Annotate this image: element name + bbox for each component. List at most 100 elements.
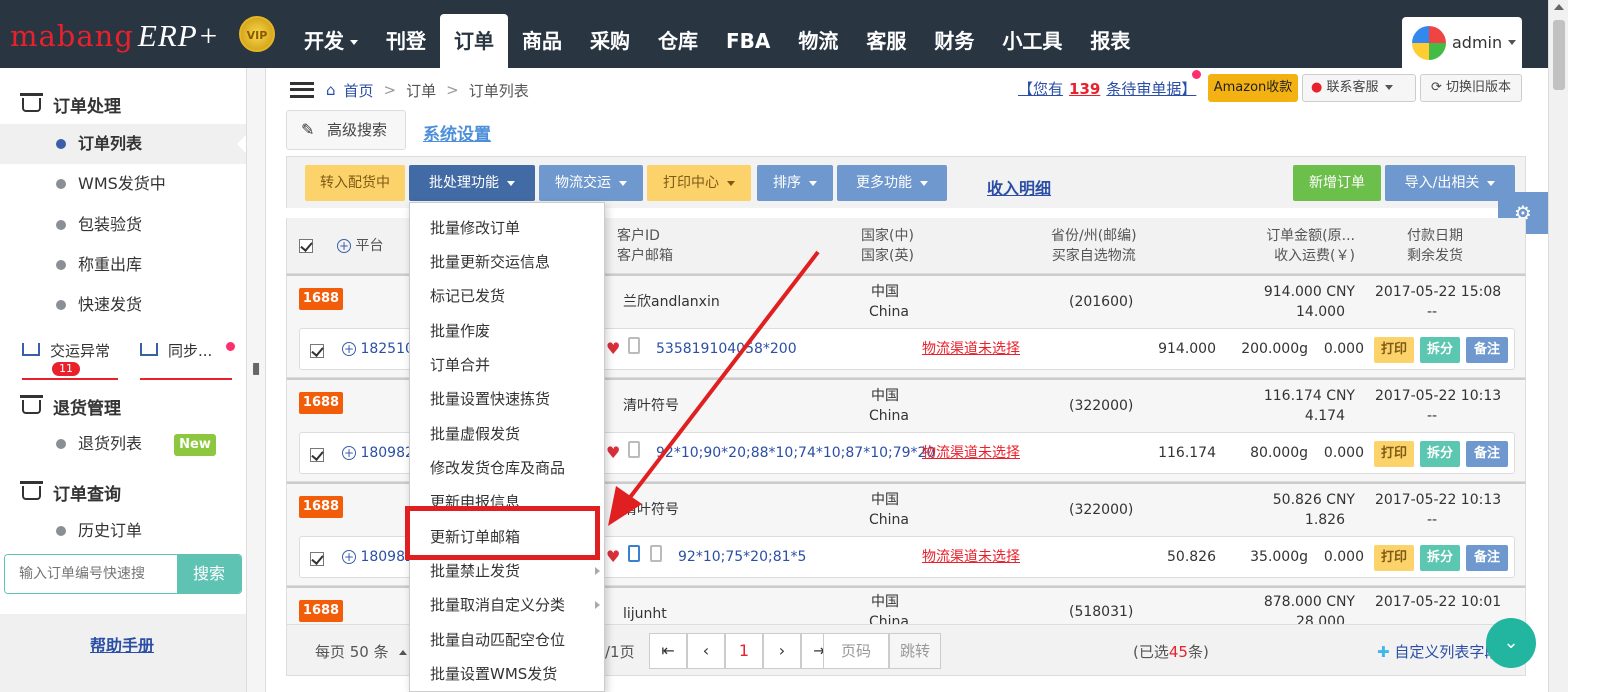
row-checkbox[interactable] bbox=[310, 448, 324, 462]
menu-item-merge-orders[interactable]: 订单合并 bbox=[410, 348, 604, 382]
nav-orders[interactable]: 订单 bbox=[440, 14, 508, 68]
nav-listing[interactable]: 刊登 bbox=[372, 14, 440, 68]
tab-sync[interactable]: 同步... bbox=[140, 340, 235, 380]
switch-old-version-button[interactable]: ⟳ 切换旧版本 bbox=[1420, 74, 1522, 102]
sidebar-item-pack-check[interactable]: 包装验货 bbox=[0, 205, 246, 245]
breadcrumb-home[interactable]: 首页 bbox=[344, 80, 374, 101]
notification-dot bbox=[1192, 70, 1201, 79]
expand-all-icon[interactable]: + bbox=[337, 239, 351, 253]
app-logo[interactable]: mabang ERP+ bbox=[10, 18, 220, 54]
split-button[interactable]: 拆分 bbox=[1420, 441, 1460, 467]
logistics-ship-button[interactable]: 物流交运 bbox=[539, 165, 643, 201]
sku-link[interactable]: 92*10;90*20;88*10;74*10;87*10;79*20 bbox=[656, 443, 935, 463]
new-order-button[interactable]: 新增订单 bbox=[1293, 165, 1381, 201]
print-button[interactable]: 打印 bbox=[1374, 441, 1414, 467]
extra-value: 0.000 bbox=[1323, 341, 1364, 357]
print-center-button[interactable]: 打印中心 bbox=[647, 165, 751, 201]
menu-item-mark-shipped[interactable]: 标记已发货 bbox=[410, 279, 604, 313]
page-number-input[interactable]: 页码 bbox=[823, 633, 889, 669]
expand-icon[interactable]: + bbox=[342, 446, 356, 460]
advanced-search-button[interactable]: 高级搜索 bbox=[286, 110, 406, 150]
breadcrumb-orders[interactable]: 订单 bbox=[406, 80, 436, 101]
nav-reports[interactable]: 报表 bbox=[1076, 14, 1144, 68]
batch-functions-button[interactable]: 批处理功能 bbox=[409, 165, 535, 201]
menu-item-auto-match-slot[interactable]: 批量自动匹配空仓位 bbox=[410, 623, 604, 657]
system-settings-link[interactable]: 系统设置 bbox=[423, 120, 491, 145]
expand-icon[interactable]: + bbox=[342, 342, 356, 356]
vertical-scrollbar[interactable] bbox=[1548, 0, 1568, 692]
print-button[interactable]: 打印 bbox=[1374, 337, 1414, 363]
sidebar-item-history[interactable]: 历史订单 bbox=[0, 511, 246, 551]
sort-button[interactable]: 排序 bbox=[757, 165, 833, 201]
nav-fba[interactable]: FBA bbox=[712, 14, 784, 68]
sku-link[interactable]: 92*10;75*20;81*5 bbox=[678, 547, 806, 567]
expand-icon[interactable]: + bbox=[342, 550, 356, 564]
menu-item-fake-ship[interactable]: 批量虚假发货 bbox=[410, 417, 604, 451]
sku-link[interactable]: 535819104058*200 bbox=[656, 339, 797, 359]
menu-item-cancel-category[interactable]: 批量取消自定义分类 bbox=[410, 588, 604, 622]
logistics-channel-link[interactable]: 物流渠道未选择 bbox=[922, 339, 1020, 359]
scroll-up-icon[interactable] bbox=[1554, 4, 1564, 10]
current-page[interactable]: 1 bbox=[725, 633, 763, 669]
menu-item-edit-warehouse[interactable]: 修改发货仓库及商品 bbox=[410, 451, 604, 485]
sidebar-section-returns[interactable]: 退货管理 bbox=[20, 394, 121, 419]
sidebar-section-order-processing[interactable]: 订单处理 bbox=[20, 92, 121, 117]
note-button[interactable]: 备注 bbox=[1466, 545, 1508, 571]
nav-customer-service[interactable]: 客服 bbox=[852, 14, 920, 68]
pending-review-link[interactable]: 【您有 139 条待审单据】 bbox=[1018, 78, 1196, 99]
order-number-link[interactable]: 180982 bbox=[360, 445, 413, 461]
collapse-icon[interactable]: ⌄ bbox=[1486, 618, 1536, 668]
income-details-link[interactable]: 收入明细 bbox=[987, 175, 1051, 199]
logistics-channel-link[interactable]: 物流渠道未选择 bbox=[922, 547, 1020, 567]
logistics-channel-link[interactable]: 物流渠道未选择 bbox=[922, 443, 1020, 463]
menu-toggle-icon[interactable] bbox=[290, 82, 314, 98]
nav-purchase[interactable]: 采购 bbox=[576, 14, 644, 68]
next-page-icon[interactable]: › bbox=[763, 633, 801, 669]
import-export-button[interactable]: 导入/出相关 bbox=[1385, 165, 1515, 201]
nav-products[interactable]: 商品 bbox=[508, 14, 576, 68]
nav-warehouse[interactable]: 仓库 bbox=[644, 14, 712, 68]
amazon-payment-button[interactable]: Amazon收款 bbox=[1208, 74, 1298, 102]
first-page-icon[interactable]: ⇤ bbox=[649, 633, 687, 669]
note-button[interactable]: 备注 bbox=[1466, 337, 1508, 363]
menu-item-batch-void[interactable]: 批量作废 bbox=[410, 314, 604, 348]
menu-item-batch-update-shipping[interactable]: 批量更新交运信息 bbox=[410, 245, 604, 279]
sidebar-item-return-list[interactable]: 退货列表 New bbox=[0, 424, 246, 464]
breadcrumb: ⌂ 首页 > 订单 > 订单列表 bbox=[290, 78, 529, 102]
note-button[interactable]: 备注 bbox=[1466, 441, 1508, 467]
sidebar-item-quick-ship[interactable]: 快速发货 bbox=[0, 285, 246, 325]
print-button[interactable]: 打印 bbox=[1374, 545, 1414, 571]
row-checkbox[interactable] bbox=[310, 552, 324, 566]
nav-tools[interactable]: 小工具 bbox=[988, 14, 1076, 68]
help-manual-link[interactable]: 帮助手册 bbox=[90, 632, 154, 656]
order-search-input[interactable] bbox=[5, 555, 177, 593]
menu-item-batch-edit[interactable]: 批量修改订单 bbox=[410, 211, 604, 245]
contact-service-button[interactable]: ● 联系客服 bbox=[1302, 74, 1416, 102]
scrollbar-thumb[interactable] bbox=[1553, 20, 1565, 90]
weight: 80.000g bbox=[1250, 445, 1308, 461]
to-picking-button[interactable]: 转入配货中 bbox=[305, 165, 405, 201]
menu-item-set-wms[interactable]: 批量设置WMS发货 bbox=[410, 657, 604, 691]
nav-logistics[interactable]: 物流 bbox=[784, 14, 852, 68]
per-page-select[interactable]: 每页 50 条 bbox=[315, 641, 408, 662]
sidebar-item-wms-ship[interactable]: WMS发货中 bbox=[0, 164, 246, 204]
split-button[interactable]: 拆分 bbox=[1420, 545, 1460, 571]
sidebar-item-weigh-out[interactable]: 称重出库 bbox=[0, 245, 246, 285]
sidebar-splitter[interactable]: ▪ ▪ ▪ bbox=[246, 68, 266, 692]
sidebar-section-order-query[interactable]: 订单查询 bbox=[20, 480, 121, 505]
custom-fields-link[interactable]: ✚ 自定义列表字段 bbox=[1377, 641, 1499, 662]
split-button[interactable]: 拆分 bbox=[1420, 337, 1460, 363]
user-menu[interactable]: admin bbox=[1402, 17, 1522, 68]
nav-finance[interactable]: 财务 bbox=[920, 14, 988, 68]
order-number-link[interactable]: 182510 bbox=[360, 341, 413, 357]
jump-button[interactable]: 跳转 bbox=[889, 633, 941, 669]
tab-exception[interactable]: 交运异常 11 bbox=[22, 340, 118, 380]
sidebar-item-order-list[interactable]: 订单列表 bbox=[0, 124, 247, 164]
row-checkbox[interactable] bbox=[310, 344, 324, 358]
prev-page-icon[interactable]: ‹ bbox=[687, 633, 725, 669]
nav-develop[interactable]: 开发 bbox=[290, 14, 372, 68]
menu-item-quick-pick[interactable]: 批量设置快速拣货 bbox=[410, 382, 604, 416]
more-functions-button[interactable]: 更多功能 bbox=[837, 165, 947, 201]
search-button[interactable]: 搜索 bbox=[177, 555, 241, 593]
select-all-checkbox[interactable] bbox=[299, 239, 313, 253]
